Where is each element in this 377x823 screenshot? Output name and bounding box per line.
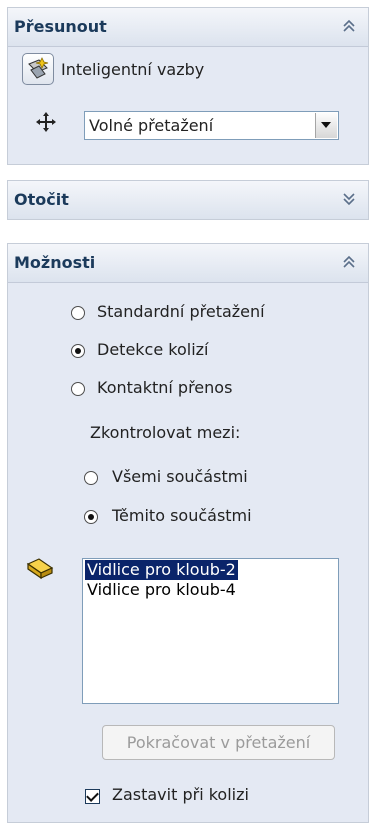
smartmates-button[interactable]: [22, 53, 54, 85]
rotate-panel: Otočit: [7, 180, 369, 220]
options-panel-title: Možnosti: [14, 253, 96, 272]
smartmates-icon: [28, 57, 49, 79]
move-mode-select[interactable]: Volné přetažení: [84, 111, 339, 140]
radio-all-components[interactable]: [84, 471, 98, 485]
radio-these-components[interactable]: [84, 510, 98, 524]
radio-physical-dynamics[interactable]: [71, 382, 85, 396]
move-mode-value: Volné přetažení: [89, 116, 214, 135]
chevron-up-icon[interactable]: [340, 253, 358, 271]
chevron-up-icon[interactable]: [340, 17, 358, 35]
chevron-down-icon[interactable]: [340, 190, 358, 208]
radio-these-components-label: Těmito součástmi: [112, 506, 252, 525]
list-item[interactable]: Vidlice pro kloub-4: [85, 580, 238, 600]
move-panel-header[interactable]: Přesunout: [8, 8, 368, 47]
stop-at-collision-checkbox[interactable]: [85, 789, 100, 804]
options-panel-header[interactable]: Možnosti: [8, 244, 368, 283]
components-list[interactable]: Vidlice pro kloub-2 Vidlice pro kloub-4: [82, 558, 339, 704]
continue-drag-button[interactable]: Pokračovat v přetažení: [102, 725, 335, 760]
component-icon: [26, 558, 54, 580]
rotate-panel-title: Otočit: [14, 190, 69, 209]
check-between-label: Zkontrolovat mezi:: [90, 423, 241, 442]
list-item[interactable]: Vidlice pro kloub-2: [85, 560, 238, 580]
chevron-down-icon: [321, 122, 331, 128]
smartmates-label: Inteligentní vazby: [61, 60, 205, 79]
dropdown-button[interactable]: [315, 113, 337, 138]
radio-standard-drag-label: Standardní přetažení: [97, 302, 265, 321]
options-panel: Možnosti Standardní přetažení Detekce ko…: [7, 243, 369, 823]
radio-collision-detection[interactable]: [71, 344, 85, 358]
move-panel-title: Přesunout: [14, 17, 107, 36]
radio-physical-dynamics-label: Kontaktní přenos: [97, 378, 233, 397]
rotate-panel-header[interactable]: Otočit: [8, 181, 368, 219]
radio-collision-detection-label: Detekce kolizí: [97, 340, 209, 359]
move-arrows-icon: [36, 112, 56, 132]
move-panel: Přesunout Inteligentní vazby Volné přeta…: [7, 7, 369, 165]
stop-at-collision-label: Zastavit při kolizi: [112, 785, 249, 804]
radio-all-components-label: Všemi součástmi: [112, 467, 248, 486]
radio-standard-drag[interactable]: [71, 306, 85, 320]
